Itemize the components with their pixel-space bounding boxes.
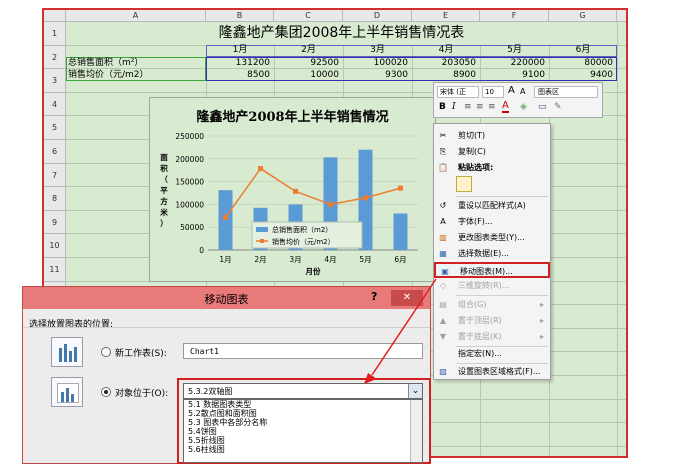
annotation-arrow bbox=[364, 278, 437, 384]
